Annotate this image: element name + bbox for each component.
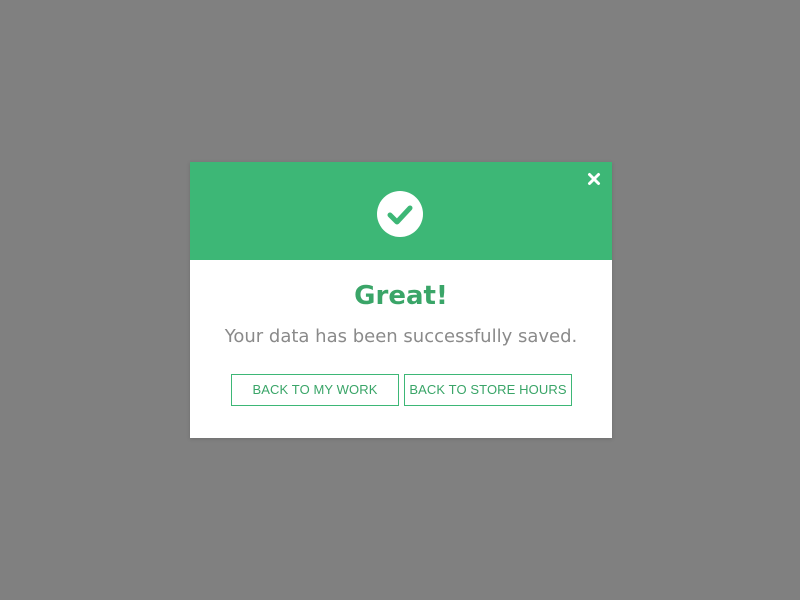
screen-backdrop: { "modal": { "title": "Great!", "message… [0,0,800,600]
check-circle-icon [377,191,423,237]
dialog-header [190,162,612,260]
success-dialog: Great! Your data has been successfully s… [190,162,612,438]
dialog-title: Great! [354,281,448,311]
close-icon[interactable] [586,171,602,187]
dialog-message: Your data has been successfully saved. [224,326,578,347]
back-to-store-hours-button[interactable]: BACK TO STORE HOURS [404,374,572,406]
back-to-my-work-button[interactable]: BACK TO MY WORK [231,374,399,406]
